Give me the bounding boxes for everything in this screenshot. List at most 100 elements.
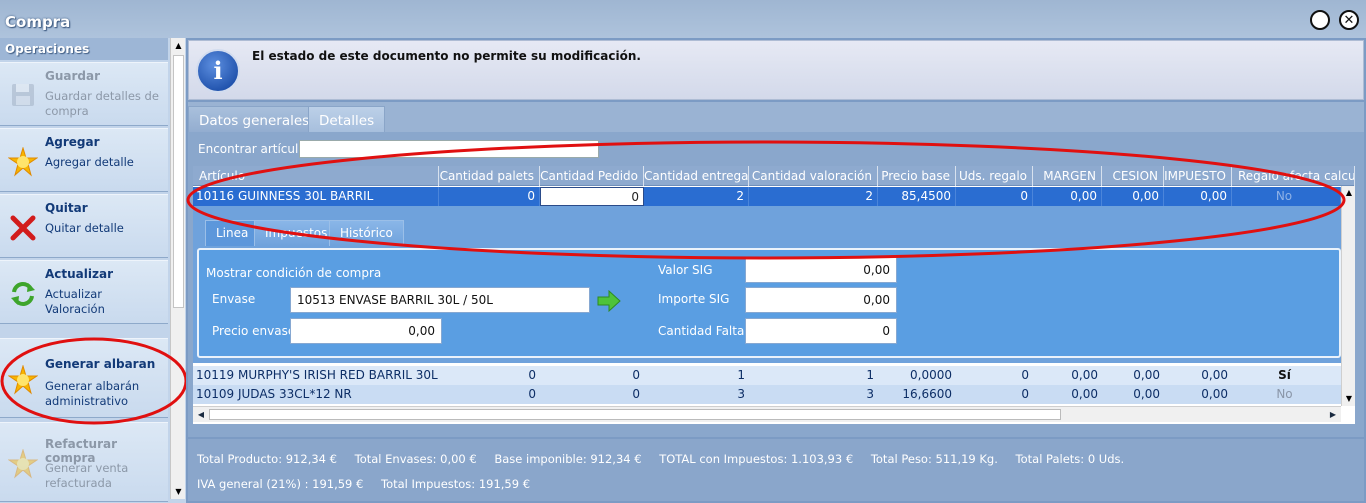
refresh-icon <box>8 279 38 309</box>
cell-valoracion[interactable]: 3 <box>749 385 878 404</box>
cell-precio[interactable]: 16,6600 <box>878 385 956 404</box>
col-cantidad-palets[interactable]: Cantidad palets <box>439 166 540 186</box>
cell-regalo[interactable]: 0 <box>956 366 1033 385</box>
cell-cesion[interactable]: 0,00 <box>1102 385 1164 404</box>
table-row[interactable]: 10119 MURPHY'S IRISH RED BARRIL 30L 0 0 … <box>193 366 1341 385</box>
total-palets: Total Palets: 0 Uds. <box>1015 452 1125 466</box>
precio-envase-field[interactable]: 0,00 <box>290 318 442 344</box>
actualizar-desc: Actualizar Valoración <box>45 287 105 316</box>
col-articulo[interactable]: Artículo <box>193 166 439 186</box>
cell-articulo[interactable]: 10116 GUINNESS 30L BARRIL <box>193 187 439 206</box>
cell-palets[interactable]: 0 <box>439 366 540 385</box>
sidebar-header: Operaciones <box>0 38 168 60</box>
search-input[interactable] <box>299 140 599 158</box>
scroll-down-icon[interactable]: ▼ <box>1342 392 1355 406</box>
cell-margen[interactable]: 0,00 <box>1033 366 1102 385</box>
cell-entrega[interactable]: 2 <box>644 187 749 206</box>
cell-pedido[interactable]: 0 <box>540 385 644 404</box>
quitar-operation[interactable]: Quitar Quitar detalle <box>0 194 168 258</box>
star-icon <box>7 146 39 177</box>
grid-header: Artículo Cantidad palets Cantidad Pedido… <box>193 166 1355 186</box>
actualizar-title: Actualizar <box>45 267 114 281</box>
tab-detalles[interactable]: Detalles <box>308 106 386 132</box>
cell-afecta[interactable]: No <box>1232 385 1341 404</box>
tab-historico[interactable]: Histórico <box>329 220 404 246</box>
cell-cesion[interactable]: 0,00 <box>1102 366 1164 385</box>
guardar-desc: Guardar detalles de compra <box>45 89 159 118</box>
col-margen[interactable]: MARGEN <box>1033 166 1102 186</box>
cell-palets[interactable]: 0 <box>439 187 540 206</box>
cell-regalo[interactable]: 0 <box>956 385 1033 404</box>
close-button[interactable]: ✕ <box>1339 10 1359 30</box>
refacturar-operation[interactable]: Refacturar compra Generar venta refactur… <box>0 422 168 502</box>
agregar-desc: Agregar detalle <box>45 155 134 169</box>
cell-pedido-editor[interactable]: 0 <box>540 187 644 206</box>
scroll-right-icon[interactable]: ▶ <box>1325 407 1341 423</box>
col-cantidad-pedido[interactable]: Cantidad Pedido <box>540 166 644 186</box>
main-panel: i El estado de este documento no permite… <box>186 38 1366 503</box>
cell-margen[interactable]: 0,00 <box>1033 385 1102 404</box>
table-row[interactable]: 10109 JUDAS 33CL*12 NR 0 0 3 3 16,6600 0… <box>193 385 1341 404</box>
col-uds-regalo[interactable]: Uds. regalo <box>956 166 1033 186</box>
info-icon: i <box>196 49 240 93</box>
agregar-operation[interactable]: Agregar Agregar detalle <box>0 128 168 192</box>
scroll-down-icon[interactable]: ▼ <box>171 484 186 499</box>
guardar-operation[interactable]: Guardar Guardar detalles de compra <box>0 62 168 126</box>
cell-precio[interactable]: 85,4500 <box>878 187 956 206</box>
actualizar-operation[interactable]: Actualizar Actualizar Valoración <box>0 260 168 324</box>
cell-palets[interactable]: 0 <box>439 385 540 404</box>
tab-linea[interactable]: Linea <box>205 220 260 246</box>
sidebar-scrollbar[interactable]: ▲ ▼ <box>170 38 185 499</box>
tab-impuestos[interactable]: Impuestos <box>254 220 339 246</box>
cell-margen[interactable]: 0,00 <box>1033 187 1102 206</box>
generar-albaran-desc: Generar albarán administrativo <box>45 379 140 408</box>
total-impuestos: Total Impuestos: 191,59 € <box>381 477 531 491</box>
cell-articulo[interactable]: 10109 JUDAS 33CL*12 NR <box>193 385 439 404</box>
cell-pedido[interactable]: 0 <box>540 366 644 385</box>
grid-horizontal-scrollbar[interactable]: ◀ ▶ <box>193 406 1341 422</box>
col-impuesto[interactable]: IMPUESTO <box>1164 166 1232 186</box>
search-label: Encontrar artículo <box>198 142 306 156</box>
table-row-selected[interactable]: 10116 GUINNESS 30L BARRIL 0 0 2 2 85,450… <box>193 187 1341 206</box>
cell-afecta[interactable]: Sí <box>1232 366 1341 385</box>
tab-datos-generales[interactable]: Datos generales <box>188 106 321 132</box>
cell-entrega[interactable]: 1 <box>644 366 749 385</box>
col-cantidad-entrega[interactable]: Cantidad entrega <box>644 166 749 186</box>
help-button[interactable] <box>1310 10 1330 30</box>
scroll-up-icon[interactable]: ▲ <box>171 38 186 53</box>
mostrar-condicion-link[interactable]: Mostrar condición de compra <box>206 266 381 280</box>
generar-albaran-operation[interactable]: Generar albaran Generar albarán administ… <box>0 338 168 418</box>
col-regalo-afecta[interactable]: Regalo afecta calcul <box>1232 166 1355 186</box>
scroll-up-icon[interactable]: ▲ <box>1342 186 1355 200</box>
cell-cesion[interactable]: 0,00 <box>1102 187 1164 206</box>
row-detail-panel: Linea Impuestos Histórico Mostrar condic… <box>193 206 1341 363</box>
cell-impuesto[interactable]: 0,00 <box>1164 385 1232 404</box>
col-cesion[interactable]: CESION <box>1102 166 1164 186</box>
cell-valoracion[interactable]: 1 <box>749 366 878 385</box>
grid-vertical-scrollbar[interactable]: ▲ ▼ <box>1341 186 1355 406</box>
cell-regalo[interactable]: 0 <box>956 187 1033 206</box>
window-title: Compra <box>5 13 71 31</box>
valor-sig-field[interactable]: 0,00 <box>745 257 897 283</box>
scroll-thumb[interactable] <box>173 55 184 308</box>
cell-impuesto[interactable]: 0,00 <box>1164 187 1232 206</box>
totals-row-2: IVA general (21%) : 191,59 € Total Impue… <box>197 477 544 491</box>
cell-entrega[interactable]: 3 <box>644 385 749 404</box>
scroll-left-icon[interactable]: ◀ <box>193 407 209 423</box>
cell-articulo[interactable]: 10119 MURPHY'S IRISH RED BARRIL 30L <box>193 366 439 385</box>
hscroll-thumb[interactable] <box>209 409 1061 420</box>
cell-precio[interactable]: 0,0000 <box>878 366 956 385</box>
cell-impuesto[interactable]: 0,00 <box>1164 366 1232 385</box>
importe-sig-field[interactable]: 0,00 <box>745 287 897 313</box>
generar-albaran-title: Generar albaran <box>45 357 156 371</box>
col-cantidad-valoracion[interactable]: Cantidad valoración <box>749 166 878 186</box>
go-arrow-icon[interactable] <box>596 290 622 312</box>
cell-afecta[interactable]: No <box>1232 187 1341 206</box>
cantidad-faltas-field[interactable]: 0 <box>745 318 897 344</box>
envase-field[interactable]: 10513 ENVASE BARRIL 30L / 50L <box>290 287 590 313</box>
cell-valoracion[interactable]: 2 <box>749 187 878 206</box>
col-precio-base[interactable]: Precio base <box>878 166 956 186</box>
close-icon: ✕ <box>1343 12 1355 28</box>
agregar-title: Agregar <box>45 135 100 149</box>
guardar-title: Guardar <box>45 69 101 83</box>
